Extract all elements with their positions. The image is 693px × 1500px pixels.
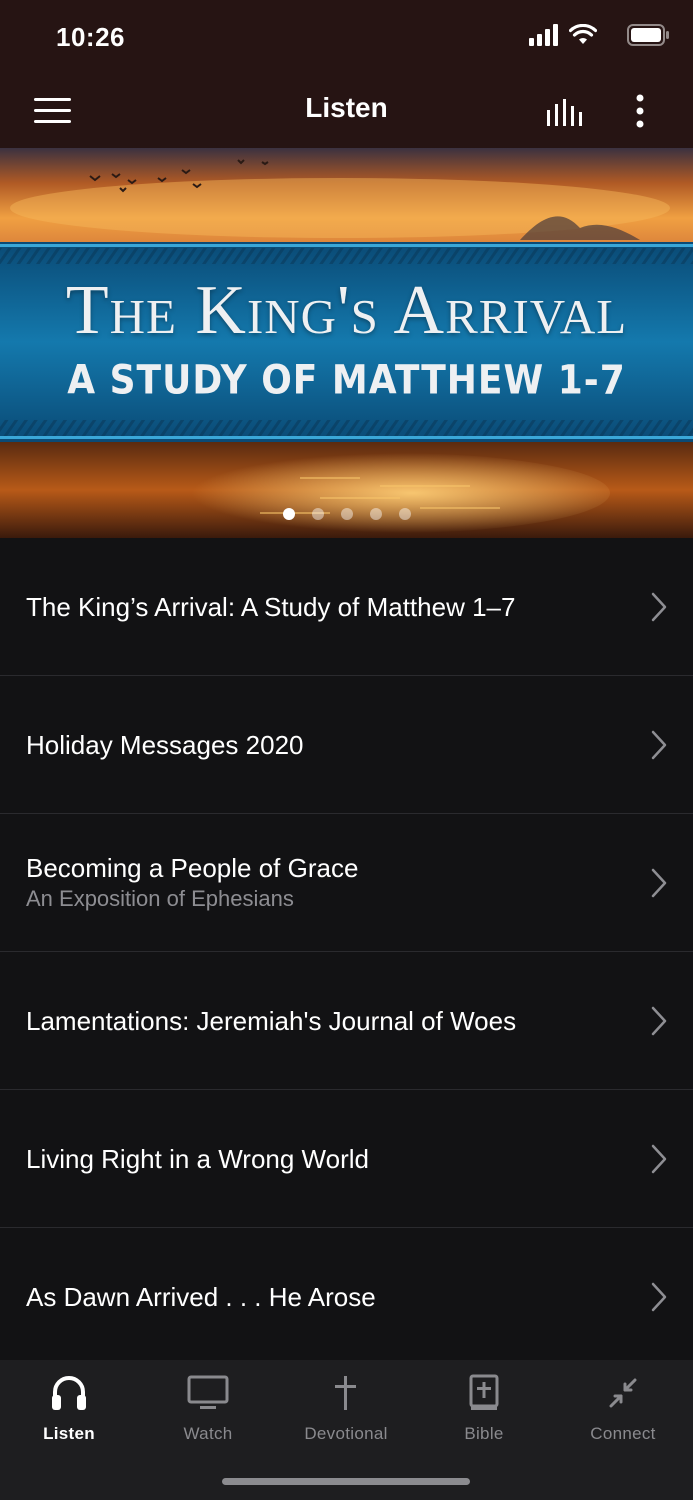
tab-label: Listen	[43, 1424, 95, 1443]
list-item-title: Living Right in a Wrong World	[26, 1143, 369, 1174]
list-item[interactable]: Holiday Messages 2020	[0, 676, 693, 814]
chevron-right-icon	[651, 1006, 667, 1035]
carousel-dot[interactable]	[398, 508, 411, 520]
monitor-icon	[187, 1375, 229, 1409]
status-time: 10:26	[56, 22, 125, 52]
list-item-title: Lamentations: Jeremiah's Journal of Woes	[26, 1005, 517, 1036]
list-item-title: Becoming a People of Grace	[26, 852, 359, 883]
list-item-title: Holiday Messages 2020	[26, 729, 304, 760]
list-item[interactable]: As Dawn Arrived . . . He Arose	[0, 1228, 693, 1365]
featured-banner[interactable]: The King's Arrival A STUDY OF MATTHEW 1-…	[0, 148, 693, 538]
list-item-text: Becoming a People of Grace An Exposition…	[26, 852, 623, 914]
battery-icon	[627, 24, 669, 46]
page-title: Listen	[305, 92, 388, 123]
list-item-text: The King’s Arrival: A Study of Matthew 1…	[26, 591, 623, 623]
tab-connect[interactable]: Connect	[554, 1374, 692, 1444]
list-item-subtitle: An Exposition of Ephesians	[26, 885, 294, 911]
headphones-icon	[52, 1376, 86, 1410]
wifi-icon	[569, 24, 597, 44]
list-item-text: Lamentations: Jeremiah's Journal of Woes	[26, 1005, 623, 1037]
list-item[interactable]: The King’s Arrival: A Study of Matthew 1…	[0, 538, 693, 676]
connect-icon	[609, 1378, 637, 1408]
chevron-right-icon	[651, 1144, 667, 1173]
list-item-text: As Dawn Arrived . . . He Arose	[26, 1281, 623, 1313]
bible-icon	[469, 1374, 499, 1410]
home-indicator[interactable]	[222, 1478, 470, 1485]
carousel-dot[interactable]	[340, 508, 353, 520]
banner-title: The King's Arrival	[65, 272, 628, 349]
tab-label: Devotional	[304, 1424, 388, 1443]
carousel-dot[interactable]	[282, 508, 295, 520]
tab-bible[interactable]: Bible	[415, 1374, 553, 1444]
carousel-dot[interactable]	[311, 508, 324, 520]
list-item-title: The King’s Arrival: A Study of Matthew 1…	[26, 591, 516, 622]
tab-watch[interactable]: Watch	[139, 1374, 277, 1444]
series-list: The King’s Arrival: A Study of Matthew 1…	[0, 538, 693, 1365]
cellular-signal-icon	[529, 24, 558, 46]
list-item[interactable]: Lamentations: Jeremiah's Journal of Woes	[0, 952, 693, 1090]
chevron-right-icon	[651, 1282, 667, 1311]
tab-listen[interactable]: Listen	[0, 1374, 138, 1444]
tab-devotional[interactable]: Devotional	[277, 1374, 415, 1444]
chevron-right-icon	[651, 592, 667, 621]
cross-icon	[335, 1376, 356, 1410]
list-item-text: Holiday Messages 2020	[26, 729, 623, 761]
tab-label: Watch	[183, 1424, 233, 1443]
chevron-right-icon	[651, 868, 667, 897]
carousel-page-indicator[interactable]	[0, 508, 693, 520]
tab-label: Connect	[590, 1424, 656, 1443]
tab-label: Bible	[464, 1424, 504, 1443]
audio-levels-icon[interactable]	[546, 98, 586, 128]
banner-subtitle: A STUDY OF MATTHEW 1-7	[67, 357, 626, 404]
list-item-text: Living Right in a Wrong World	[26, 1143, 623, 1175]
list-item[interactable]: Becoming a People of Grace An Exposition…	[0, 814, 693, 952]
top-bar: 10:26 Listen	[0, 0, 693, 148]
carousel-dot[interactable]	[369, 508, 382, 520]
more-options-icon[interactable]	[634, 94, 646, 130]
list-item[interactable]: Living Right in a Wrong World	[0, 1090, 693, 1228]
chevron-right-icon	[651, 730, 667, 759]
list-item-title: As Dawn Arrived . . . He Arose	[26, 1281, 376, 1312]
